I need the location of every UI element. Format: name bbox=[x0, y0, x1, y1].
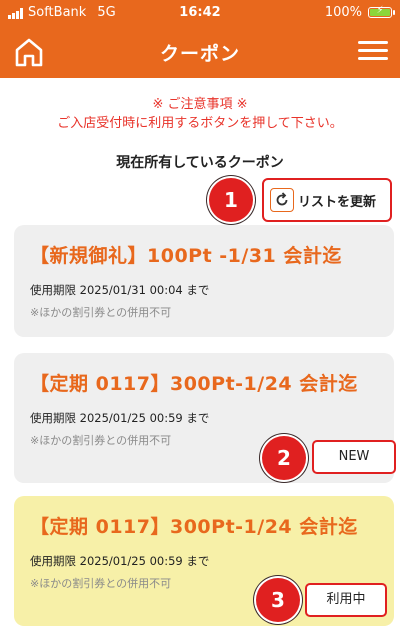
coupon-title: 【定期 0117】300Pt-1/24 会計迄 bbox=[30, 373, 358, 395]
battery-percent: 100% bbox=[324, 5, 362, 20]
coupon-card[interactable]: 【新規御礼】100Pt -1/31 会計迄 使用期限 2025/01/31 00… bbox=[14, 225, 394, 337]
coupon-expiry: 使用期限 2025/01/31 00:04 まで bbox=[30, 283, 210, 297]
notice-heading: ※ ご注意事項 ※ bbox=[152, 97, 248, 112]
section-title: 現在所有しているクーポン bbox=[116, 155, 284, 171]
coupon-expiry: 使用期限 2025/01/25 00:59 まで bbox=[30, 554, 210, 568]
status-bar: SoftBank 5G 16:42 100% ⚡ bbox=[0, 0, 400, 26]
nav-bar: クーポン bbox=[0, 26, 400, 78]
refresh-label: リストを更新 bbox=[298, 194, 377, 210]
coupon-title: 【新規御礼】100Pt -1/31 会計迄 bbox=[30, 245, 342, 267]
step-marker-3: 3 bbox=[256, 578, 300, 622]
coupon-expiry: 使用期限 2025/01/25 00:59 まで bbox=[30, 411, 210, 425]
new-badge: NEW bbox=[312, 440, 396, 474]
coupon-title: 【定期 0117】300Pt-1/24 会計迄 bbox=[30, 516, 358, 538]
battery-charging-icon: ⚡ bbox=[368, 5, 395, 18]
refresh-list-button[interactable]: リストを更新 bbox=[262, 178, 392, 222]
refresh-icon bbox=[270, 188, 294, 212]
hamburger-menu-icon bbox=[356, 41, 390, 60]
page-title: クーポン bbox=[159, 43, 240, 65]
notice-body: ご入店受付時に利用するボタンを押して下さい。 bbox=[57, 116, 343, 131]
step-marker-1: 1 bbox=[209, 178, 253, 222]
notice-text: ※ ご注意事項 ※ ご入店受付時に利用するボタンを押して下さい。 bbox=[0, 95, 400, 133]
menu-button[interactable] bbox=[356, 38, 390, 66]
coupon-note: ※ほかの割引券との併用不可 bbox=[30, 306, 172, 319]
in-use-badge: 利用中 bbox=[305, 583, 387, 617]
step-marker-2: 2 bbox=[262, 436, 306, 480]
